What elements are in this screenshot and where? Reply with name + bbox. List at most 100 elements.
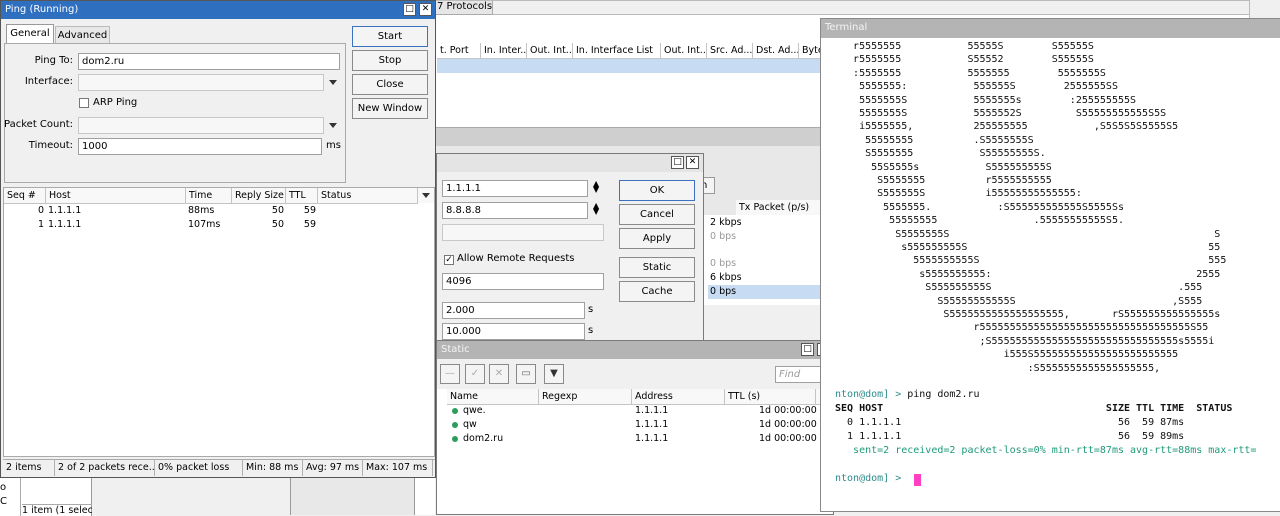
dns-settings-window: □ ✕ 1.1.1.1 ▲ ▼ 8.8.8.8 ▲ ▼ ✓ Allow Remote… [436,153,704,343]
ping-column-header[interactable]: Host [46,188,186,204]
dynamic-servers-field [442,224,604,241]
protocols-column-header[interactable]: Dst. Ad... [753,43,799,59]
status-cell: Avg: 97 ms [303,460,363,476]
table-row[interactable]: 0 1.1.1.1 88ms 50 59 [4,204,434,218]
terminal-art-line: :S5555555555555555555, [835,362,1161,374]
dns-titlebar [437,154,703,172]
ping-host: 1.1.1.1 [48,219,82,230]
packet-count-label: Packet Count: [4,119,73,130]
table-row[interactable]: dom2.ru 1.1.1.1 1d 00:00:00 [437,432,833,446]
ping-to-field[interactable]: dom2.ru [78,53,340,70]
query-server-timeout-field[interactable]: 2.000 [442,302,585,319]
interface-select[interactable] [78,74,324,91]
terminal-cursor[interactable] [914,474,921,486]
ping-column-header[interactable]: Status [318,188,418,204]
packet-count-field[interactable] [78,117,324,134]
protocols-selected-row[interactable] [437,59,841,73]
ping-window: Ping (Running) □ ✕ General Advanced Ping… [0,0,436,478]
reorder-icon[interactable]: ▲ ▼ [593,202,599,216]
chevron-down-icon[interactable] [329,123,337,128]
ping-ttl: 59 [303,205,316,216]
chevron-down-icon[interactable] [329,80,337,85]
static-ttl: 1d 00:00:00 [759,433,817,444]
status-cell: Max: 107 ms [363,460,433,476]
terminal-row: 0 1.1.1.1 56 59 87ms [835,417,1185,428]
bottom-left-status: 1 item (1 select [22,504,92,516]
protocols-column-header[interactable]: In. Inter... [481,43,527,59]
ping-seq: 1 [37,219,44,230]
cache-button[interactable]: Cache [619,281,695,302]
ping-column-header[interactable]: TTL [286,188,318,204]
terminal-art-line: ;S5555555555555555555555555555555s5555i [835,335,1215,347]
static-name: dom2.ru [463,433,504,444]
close-button[interactable]: Close [352,74,428,95]
static-column-header[interactable]: Address [632,389,725,405]
static-ttl: 1d 00:00:00 [759,405,817,416]
disable-icon[interactable]: ✕ [489,364,509,384]
new-window-button[interactable]: New Window [352,98,428,119]
terminal-art-line: r5555555 S55552 S55555S [835,54,1094,66]
tab-general[interactable]: General [6,24,54,43]
close-window-button[interactable]: ✕ [419,3,432,16]
filter-icon[interactable]: ▼ [544,364,564,384]
terminal-art-line: 55555555 .S5555555S [835,134,1034,146]
terminal-art-line: S5555555555555555555, rS555555555555555s [835,309,1221,320]
protocols-column-header[interactable]: t. Port [437,43,481,59]
ping-column-header[interactable]: Reply Size [232,188,286,204]
maximize-button[interactable]: □ [403,3,416,16]
protocols-column-header[interactable]: Out. Int... [661,43,707,59]
unit-label: s [588,304,594,315]
status-cell: 0% packet loss [155,460,243,476]
reorder-icon[interactable]: ▲ ▼ [593,180,599,194]
stop-button[interactable]: Stop [352,50,428,71]
apply-button[interactable]: Apply [619,228,695,249]
tx-packet-column[interactable]: Tx Packet (p/s) [736,200,826,216]
cancel-button[interactable]: Cancel [619,204,695,225]
protocols-column-header[interactable]: In. Interface List [573,43,661,59]
table-row[interactable]: 1 1.1.1.1 107ms 50 59 [4,218,434,232]
terminal-art-line: 5555555S 5555555s :255555555S [835,94,1137,106]
comment-icon[interactable]: ▭ [516,364,536,384]
terminal-row: 1 1.1.1.1 56 59 89ms [835,431,1185,442]
tab-advanced[interactable]: Advanced [55,26,110,43]
ping-host: 1.1.1.1 [48,205,82,216]
start-button[interactable]: Start [352,26,428,47]
table-row[interactable]: qwe. 1.1.1.1 1d 00:00:00 [437,404,833,418]
ping-column-header[interactable]: Seq # [4,188,46,204]
enable-icon[interactable]: ✓ [465,364,485,384]
max-udp-size-field[interactable]: 4096 [442,273,604,290]
query-total-timeout-field[interactable]: 10.000 [442,323,585,340]
arp-ping-checkbox[interactable] [79,98,89,108]
traffic-value: 0 bps [708,285,830,299]
enabled-icon [452,408,458,414]
arp-ping-label: ARP Ping [93,97,138,108]
ping-column-header[interactable]: Time [186,188,232,204]
close-window-button[interactable]: ✕ [686,156,699,169]
static-column-header[interactable]: TTL (s) [725,389,816,405]
status-cell: Min: 88 ms [243,460,303,476]
maximize-button[interactable]: □ [801,343,814,356]
static-column-header[interactable]: Name [447,389,539,405]
static-name: qw [463,419,477,430]
static-button[interactable]: Static [619,257,695,278]
table-row[interactable]: qw 1.1.1.1 1d 00:00:00 [437,418,833,432]
ping-seq: 0 [37,205,44,216]
traffic-value: 6 kbps [710,272,742,283]
remove-icon[interactable]: — [440,364,460,384]
columns-dropdown-icon[interactable] [417,188,434,203]
allow-remote-checkbox[interactable]: ✓ [444,255,454,265]
timeout-unit: ms [326,140,341,151]
protocols-column-header[interactable]: Src. Ad... [707,43,753,59]
protocols-column-header[interactable]: Out. Int... [527,43,573,59]
terminal-window: Terminal r5555555 55555S S55555S r555555… [820,18,1280,512]
protocols-tab[interactable]: 7 Protocols [437,1,492,13]
ok-button[interactable]: OK [619,180,695,201]
timeout-field[interactable]: 1000 [78,138,322,155]
maximize-button[interactable]: □ [671,156,684,169]
terminal-art-line: S5555555 S55555555S. [835,148,1046,160]
static-address: 1.1.1.1 [635,419,669,430]
timeout-label: Timeout: [28,140,73,151]
dns-server-1[interactable]: 1.1.1.1 [442,180,588,197]
dns-server-2[interactable]: 8.8.8.8 [442,202,588,219]
static-column-header[interactable]: Regexp [539,389,632,405]
